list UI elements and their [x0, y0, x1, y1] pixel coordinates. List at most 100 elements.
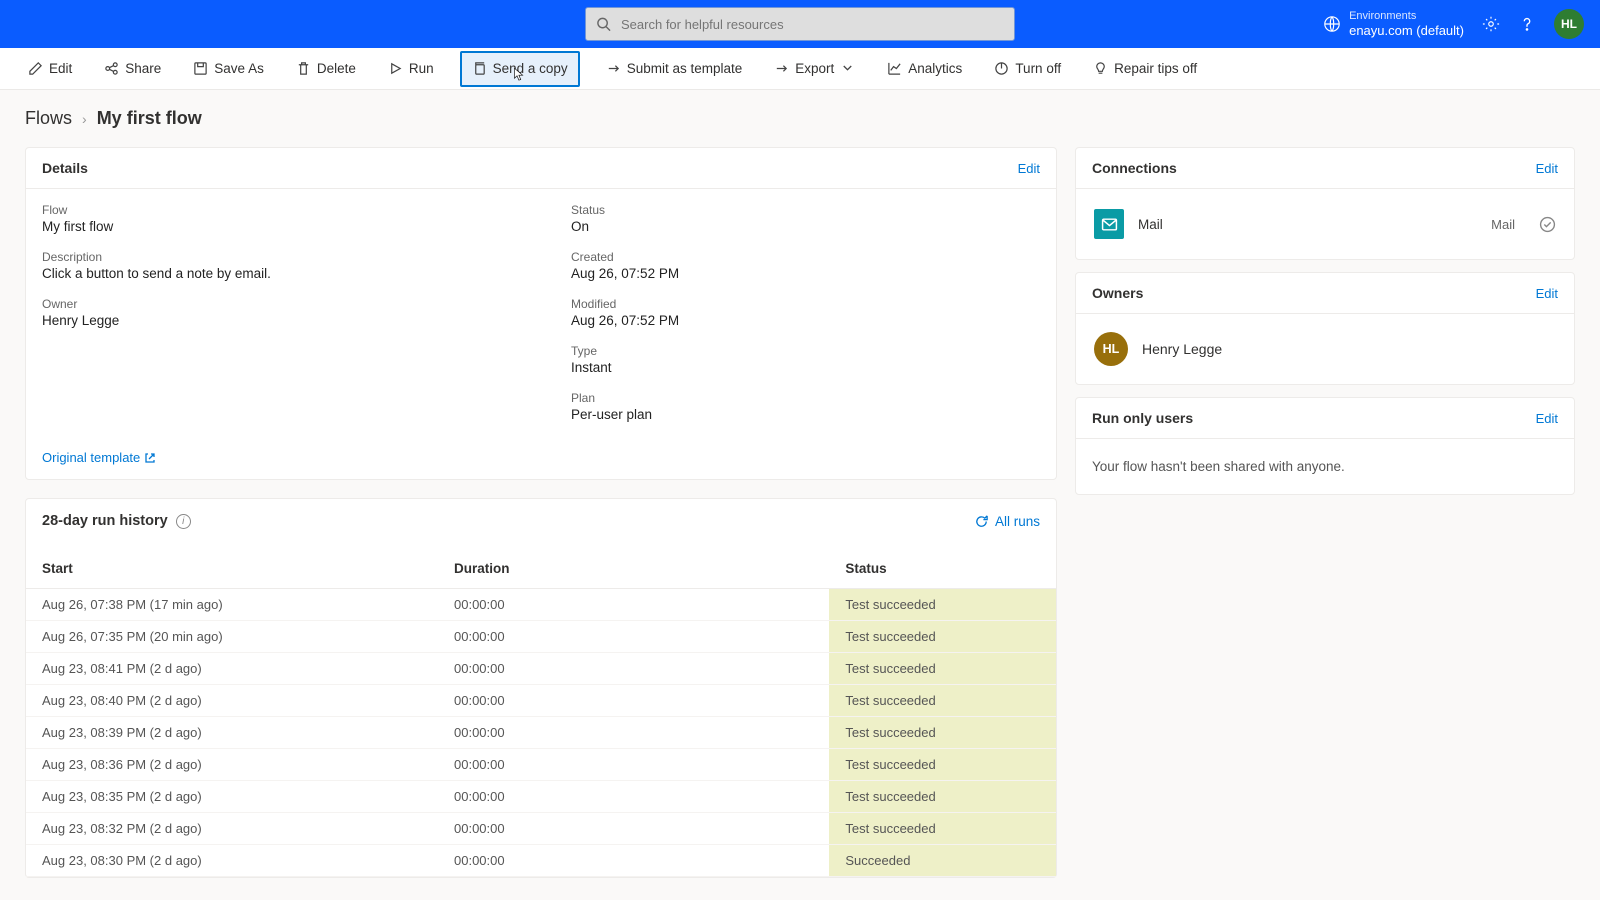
owner-name: Henry Legge: [1142, 341, 1222, 357]
table-row[interactable]: Aug 23, 08:35 PM (2 d ago) 00:00:00 Test…: [26, 781, 1056, 813]
top-bar: Environments enayu.com (default) HL: [0, 0, 1600, 48]
run-status: Test succeeded: [829, 749, 1056, 781]
connections-title: Connections: [1092, 160, 1177, 176]
analytics-button[interactable]: Analytics: [881, 53, 968, 85]
run-status: Test succeeded: [829, 589, 1056, 621]
run-start: Aug 26, 07:38 PM (17 min ago): [26, 589, 438, 621]
run-duration: 00:00:00: [438, 589, 829, 621]
check-circle-icon: [1539, 216, 1556, 233]
run-status: Test succeeded: [829, 621, 1056, 653]
run-duration: 00:00:00: [438, 685, 829, 717]
open-external-icon: [144, 452, 156, 464]
search-input[interactable]: [621, 17, 1004, 32]
details-title: Details: [42, 160, 88, 176]
search-box[interactable]: [585, 7, 1015, 41]
original-template-link[interactable]: Original template: [42, 450, 156, 465]
details-edit-link[interactable]: Edit: [1018, 161, 1040, 176]
run-start: Aug 23, 08:32 PM (2 d ago): [26, 813, 438, 845]
user-avatar[interactable]: HL: [1554, 9, 1584, 39]
owner-avatar: HL: [1094, 332, 1128, 366]
share-button[interactable]: Share: [98, 53, 167, 85]
run-start: Aug 23, 08:30 PM (2 d ago): [26, 845, 438, 877]
refresh-icon: [974, 514, 989, 529]
runonly-edit-link[interactable]: Edit: [1536, 411, 1558, 426]
send-copy-button[interactable]: Send a copy: [460, 51, 580, 87]
table-row[interactable]: Aug 23, 08:40 PM (2 d ago) 00:00:00 Test…: [26, 685, 1056, 717]
chevron-right-icon: ›: [82, 111, 87, 127]
type-value: Instant: [571, 360, 1040, 375]
turnoff-button[interactable]: Turn off: [988, 53, 1067, 85]
run-button[interactable]: Run: [382, 53, 440, 85]
delete-button[interactable]: Delete: [290, 53, 362, 85]
settings-icon[interactable]: [1482, 15, 1500, 33]
run-start: Aug 23, 08:41 PM (2 d ago): [26, 653, 438, 685]
modified-label: Modified: [571, 297, 1040, 311]
desc-label: Description: [42, 250, 511, 264]
saveas-button[interactable]: Save As: [187, 53, 270, 85]
owners-card: Owners Edit HL Henry Legge: [1075, 272, 1575, 385]
status-value: On: [571, 219, 1040, 234]
run-duration: 00:00:00: [438, 653, 829, 685]
breadcrumb-parent[interactable]: Flows: [25, 108, 72, 129]
flow-label: Flow: [42, 203, 511, 217]
run-duration: 00:00:00: [438, 845, 829, 877]
plan-label: Plan: [571, 391, 1040, 405]
run-history-card: 28-day run history i All runs Start Dura…: [25, 498, 1057, 878]
created-label: Created: [571, 250, 1040, 264]
owners-title: Owners: [1092, 285, 1143, 301]
desc-value: Click a button to send a note by email.: [42, 266, 511, 281]
edit-button[interactable]: Edit: [22, 53, 78, 85]
owners-edit-link[interactable]: Edit: [1536, 286, 1558, 301]
owner-label: Owner: [42, 297, 511, 311]
run-status: Test succeeded: [829, 781, 1056, 813]
owner-value: Henry Legge: [42, 313, 511, 328]
run-duration: 00:00:00: [438, 717, 829, 749]
run-start: Aug 23, 08:39 PM (2 d ago): [26, 717, 438, 749]
run-status: Test succeeded: [829, 685, 1056, 717]
environment-icon: [1323, 15, 1341, 33]
submit-template-button[interactable]: Submit as template: [600, 53, 749, 85]
owner-item[interactable]: HL Henry Legge: [1092, 328, 1558, 370]
modified-value: Aug 26, 07:52 PM: [571, 313, 1040, 328]
plan-value: Per-user plan: [571, 407, 1040, 422]
environment-name: enayu.com (default): [1349, 23, 1464, 39]
info-icon[interactable]: i: [176, 514, 191, 529]
connection-type: Mail: [1491, 217, 1515, 232]
help-icon[interactable]: [1518, 15, 1536, 33]
run-status: Succeeded: [829, 845, 1056, 877]
table-row[interactable]: Aug 26, 07:38 PM (17 min ago) 00:00:00 T…: [26, 589, 1056, 621]
table-row[interactable]: Aug 26, 07:35 PM (20 min ago) 00:00:00 T…: [26, 621, 1056, 653]
command-bar: Edit Share Save As Delete Run Send a cop…: [0, 48, 1600, 90]
chevron-down-icon: [840, 61, 855, 76]
run-start: Aug 23, 08:40 PM (2 d ago): [26, 685, 438, 717]
table-row[interactable]: Aug 23, 08:36 PM (2 d ago) 00:00:00 Test…: [26, 749, 1056, 781]
environment-picker[interactable]: Environments enayu.com (default): [1323, 10, 1464, 39]
repair-tips-button[interactable]: Repair tips off: [1087, 53, 1203, 85]
status-label: Status: [571, 203, 1040, 217]
col-duration[interactable]: Duration: [438, 543, 829, 589]
run-status: Test succeeded: [829, 717, 1056, 749]
connection-item[interactable]: Mail Mail: [1092, 203, 1558, 245]
runonly-title: Run only users: [1092, 410, 1193, 426]
flow-value: My first flow: [42, 219, 511, 234]
table-row[interactable]: Aug 23, 08:32 PM (2 d ago) 00:00:00 Test…: [26, 813, 1056, 845]
run-start: Aug 26, 07:35 PM (20 min ago): [26, 621, 438, 653]
table-row[interactable]: Aug 23, 08:30 PM (2 d ago) 00:00:00 Succ…: [26, 845, 1056, 877]
created-value: Aug 26, 07:52 PM: [571, 266, 1040, 281]
run-start: Aug 23, 08:35 PM (2 d ago): [26, 781, 438, 813]
run-duration: 00:00:00: [438, 621, 829, 653]
run-status: Test succeeded: [829, 653, 1056, 685]
col-status[interactable]: Status: [829, 543, 1056, 589]
run-duration: 00:00:00: [438, 781, 829, 813]
run-start: Aug 23, 08:36 PM (2 d ago): [26, 749, 438, 781]
export-button[interactable]: Export: [768, 53, 861, 85]
all-runs-link[interactable]: All runs: [974, 514, 1040, 529]
table-row[interactable]: Aug 23, 08:39 PM (2 d ago) 00:00:00 Test…: [26, 717, 1056, 749]
col-start[interactable]: Start: [26, 543, 438, 589]
run-only-users-card: Run only users Edit Your flow hasn't bee…: [1075, 397, 1575, 495]
breadcrumb-current: My first flow: [97, 108, 202, 129]
connections-edit-link[interactable]: Edit: [1536, 161, 1558, 176]
runonly-text: Your flow hasn't been shared with anyone…: [1092, 453, 1558, 480]
mail-icon: [1094, 209, 1124, 239]
table-row[interactable]: Aug 23, 08:41 PM (2 d ago) 00:00:00 Test…: [26, 653, 1056, 685]
